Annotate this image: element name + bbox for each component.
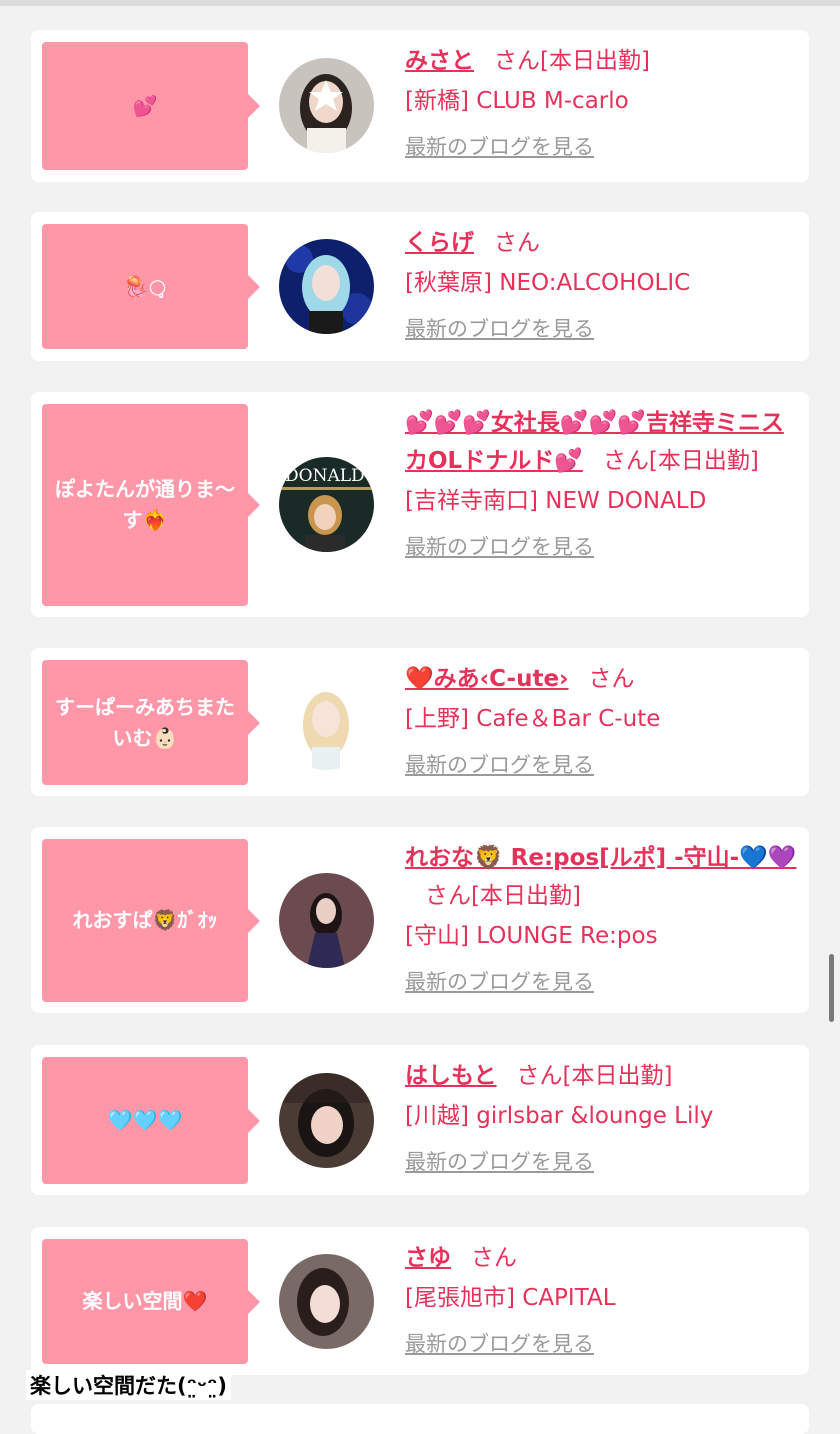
top-divider — [0, 0, 840, 6]
comment-text: すーぱーみあちまたいむ👶🏻 — [55, 694, 235, 750]
shop-name: [守山] LOUNGE Re:pos — [405, 923, 658, 949]
comment-bubble: 💕 — [42, 42, 260, 170]
honorific: さん — [516, 1063, 563, 1089]
honorific: さん — [471, 1245, 517, 1271]
attendance-status: [本日出勤] — [562, 1063, 673, 1089]
latest-blog-link[interactable]: 最新のブログを見る — [405, 750, 594, 780]
avatar-sign-text: DONALD — [285, 466, 365, 486]
shop-name: [秋葉原] NEO:ALCOHOLIC — [405, 270, 691, 296]
cast-name-link[interactable]: ❤️みあ‹C-ute› — [405, 666, 569, 692]
latest-blog-link[interactable]: 最新のブログを見る — [405, 532, 594, 562]
comment-bubble: 楽しい空間❤️ — [42, 1239, 260, 1364]
cast-name-link[interactable]: さゆ — [405, 1245, 451, 1271]
cast-info: れおな🦁 Re:pos[ルポ] -守山-💙💜 さん[本日出勤] [守山] LOUN… — [405, 839, 799, 997]
cast-name-link[interactable]: れおな🦁 Re:pos[ルポ] -守山-💙💜 — [405, 845, 797, 871]
cast-info: さゆ さん [尾張旭市] CAPITAL 最新のブログを見る — [405, 1239, 799, 1359]
latest-blog-link[interactable]: 最新のブログを見る — [405, 967, 594, 997]
honorific: さん — [425, 883, 471, 909]
honorific: さん — [588, 666, 635, 692]
comment-text: ぽよたんが通りま〜す❤️‍🔥 — [55, 477, 235, 532]
cast-name-link[interactable]: くらげ — [405, 230, 474, 256]
comment-text: 🪼○̥ — [123, 274, 167, 298]
cast-card: すーぱーみあちまたいむ👶🏻 ❤️みあ‹C-ute› さん [上野] Cafe＆Ba… — [31, 648, 809, 796]
cast-info: 💕💕💕女社長💕💕💕吉祥寺ミニスカOLドナルド💕 さん[本日出勤] [吉祥寺南口] … — [405, 404, 799, 562]
avatar[interactable] — [279, 239, 374, 334]
avatar[interactable] — [279, 873, 374, 968]
attendance-status: [本日出勤] — [648, 448, 759, 474]
shop-name: [上野] Cafe＆Bar C-ute — [405, 706, 661, 732]
cast-info: みさと さん[本日出勤] [新橋] CLUB M-carlo 最新のブログを見る — [405, 42, 799, 162]
honorific: さん — [494, 48, 540, 74]
avatar[interactable] — [279, 1254, 374, 1349]
latest-blog-link[interactable]: 最新のブログを見る — [405, 1147, 594, 1177]
comment-text: 🩵🩵🩵 — [107, 1108, 183, 1132]
latest-blog-link[interactable]: 最新のブログを見る — [405, 314, 594, 344]
cast-card: 💕 みさと さん[本日出勤] [新橋] CLUB M-carlo 最新のブログを見… — [31, 30, 809, 182]
cast-card: 楽しい空間❤️ さゆ さん [尾張旭市] CAPITAL 最新のブログを見る — [31, 1227, 809, 1375]
cast-card: 🩵🩵🩵 はしもと さん[本日出勤] [川越] girlsbar &lounge L… — [31, 1045, 809, 1195]
cast-name-link[interactable]: みさと — [405, 48, 474, 74]
honorific: さん — [494, 230, 540, 256]
cast-card: 🪼○̥ くらげ さん [秋葉原] NEO:ALCOHOLIC 最新のブログを見る — [31, 212, 809, 361]
attendance-status: [本日出勤] — [540, 48, 650, 74]
overlay-caption: 楽しい空間だた(ᵔ̤ᵕᵔ̤) — [26, 1370, 231, 1400]
avatar[interactable] — [279, 1073, 374, 1168]
latest-blog-link[interactable]: 最新のブログを見る — [405, 1329, 594, 1359]
comment-text: 楽しい空間❤️ — [82, 1289, 208, 1313]
cast-info: ❤️みあ‹C-ute› さん [上野] Cafe＆Bar C-ute 最新のブログ… — [405, 660, 799, 780]
avatar[interactable] — [279, 58, 374, 153]
comment-bubble: 🩵🩵🩵 — [42, 1057, 260, 1184]
comment-bubble: 🪼○̥ — [42, 224, 260, 349]
scrollbar-thumb[interactable] — [829, 954, 834, 1022]
shop-name: [尾張旭市] CAPITAL — [405, 1285, 616, 1311]
shop-name: [新橋] CLUB M-carlo — [405, 88, 629, 114]
comment-text: 💕 — [132, 93, 158, 118]
cast-name-link[interactable]: はしもと — [405, 1063, 497, 1089]
comment-bubble: すーぱーみあちまたいむ👶🏻 — [42, 660, 260, 785]
cast-card: れおすぱ🦁ｶﾞｵｯ れおな🦁 Re:pos[ルポ] -守山-💙💜 さん[本日出勤]… — [31, 827, 809, 1013]
comment-text: れおすぱ🦁ｶﾞｵｯ — [72, 908, 218, 932]
avatar[interactable] — [279, 675, 374, 770]
cast-card: ぽよたんが通りま〜す❤️‍🔥 DONALD 💕💕💕女社長💕💕💕吉祥寺ミニスカOL… — [31, 392, 809, 617]
latest-blog-link[interactable]: 最新のブログを見る — [405, 132, 594, 162]
attendance-status: [本日出勤] — [471, 883, 581, 909]
cast-card-partial — [31, 1404, 809, 1434]
honorific: さん — [602, 448, 649, 474]
cast-info: はしもと さん[本日出勤] [川越] girlsbar &lounge Lily … — [405, 1057, 799, 1177]
shop-name: [川越] girlsbar &lounge Lily — [405, 1103, 714, 1129]
avatar[interactable]: DONALD — [279, 457, 374, 552]
shop-name: [吉祥寺南口] NEW DONALD — [405, 488, 707, 514]
comment-bubble: ぽよたんが通りま〜す❤️‍🔥 — [42, 404, 260, 606]
comment-bubble: れおすぱ🦁ｶﾞｵｯ — [42, 839, 260, 1002]
cast-info: くらげ さん [秋葉原] NEO:ALCOHOLIC 最新のブログを見る — [405, 224, 799, 344]
